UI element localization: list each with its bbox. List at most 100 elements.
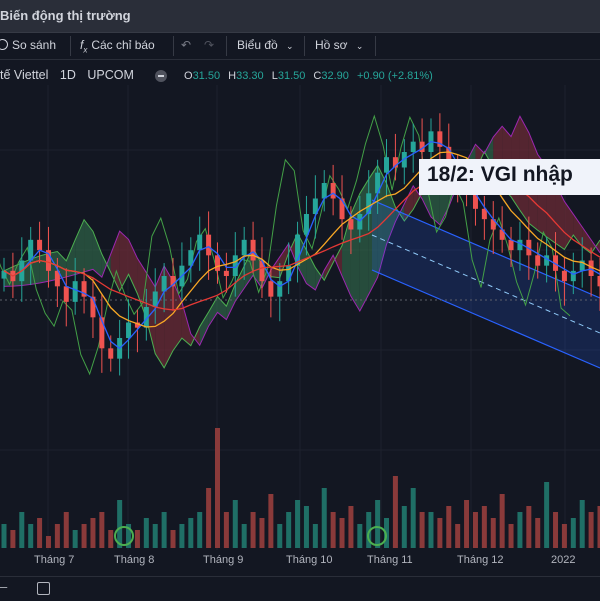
x-tick-label: Tháng 11: [367, 554, 413, 566]
volume-bar: [295, 500, 300, 548]
profile-button[interactable]: Hồ sơ ⌄: [315, 38, 363, 52]
redo-icon[interactable]: ↷: [204, 38, 214, 52]
volume-bar: [411, 488, 416, 548]
candle-body: [108, 348, 113, 358]
volume-bar: [393, 476, 398, 548]
volume-bar: [313, 524, 318, 548]
volume-bar: [197, 512, 202, 548]
toolbar-divider: [70, 36, 71, 56]
volume-bar: [162, 512, 167, 548]
title-bar: Biến động thị trường: [0, 0, 600, 33]
chart-type-button[interactable]: Biểu đồ ⌄: [237, 38, 294, 52]
symbol-legend[interactable]: tế Viettel 1D UPCOM: [0, 68, 134, 82]
chart-type-label: Biểu đồ: [237, 38, 278, 52]
volume-bar: [348, 506, 353, 548]
function-icon: fx: [80, 38, 87, 52]
close-value: 32.90: [321, 70, 349, 82]
collapse-legend-button[interactable]: [155, 70, 167, 82]
volume-bar: [37, 518, 42, 548]
candle-body: [411, 142, 416, 152]
annotation-label[interactable]: 18/2: VGI nhập: [419, 159, 600, 195]
toolbar-divider: [226, 36, 227, 56]
toolbar-divider: [375, 36, 376, 56]
minus-icon[interactable]: –: [0, 579, 7, 594]
candle-body: [73, 281, 78, 302]
candle-body: [304, 214, 309, 235]
candle-body: [571, 271, 576, 281]
candle-body: [206, 235, 211, 256]
symbol-name: tế Viettel: [0, 68, 48, 82]
volume-bar: [135, 530, 140, 548]
volume-bars: [2, 428, 600, 548]
ohlc-values: O31.50 H33.30 L31.50 C32.90 +0.90 (+2.81…: [184, 70, 438, 82]
volume-bar: [108, 530, 113, 548]
volume-bar: [2, 524, 7, 548]
volume-bar: [64, 512, 69, 548]
candle-body: [251, 240, 256, 261]
candle-body: [224, 271, 229, 276]
volume-bar: [224, 512, 229, 548]
candle-body: [197, 235, 202, 251]
volume-bar: [304, 506, 309, 548]
volume-bar: [188, 518, 193, 548]
volume-bar: [375, 500, 380, 548]
volume-bar: [464, 500, 469, 548]
candle-body: [28, 240, 33, 261]
high-label: H: [228, 70, 236, 82]
low-value: 31.50: [278, 70, 306, 82]
compare-label: So sánh: [12, 38, 56, 52]
candle-body: [535, 255, 540, 265]
candle-body: [162, 276, 167, 292]
volume-bar: [580, 500, 585, 548]
calendar-icon[interactable]: [37, 582, 50, 595]
add-circle-icon: [0, 39, 8, 50]
volume-bar: [473, 512, 478, 548]
volume-bar: [509, 524, 514, 548]
volume-bar: [286, 512, 291, 548]
candle-body: [242, 240, 247, 256]
change-value: +0.90 (+2.81%): [357, 70, 433, 82]
high-value: 33.30: [236, 70, 264, 82]
compare-button[interactable]: So sánh: [0, 38, 56, 52]
candle-body: [64, 286, 69, 302]
x-tick-label: Tháng 7: [34, 554, 74, 566]
volume-bar: [117, 500, 122, 548]
volume-bar: [589, 512, 594, 548]
volume-bar: [544, 482, 549, 548]
volume-bar: [55, 524, 60, 548]
volume-bar: [73, 530, 78, 548]
candle-body: [331, 183, 336, 199]
cloud-segment: [573, 214, 582, 246]
volume-bar: [153, 524, 158, 548]
cloud-segment: [75, 220, 84, 275]
volume-bar: [517, 512, 522, 548]
volume-bar: [402, 506, 407, 548]
undo-icon[interactable]: ↶: [181, 38, 191, 52]
window-title: Biến động thị trường: [0, 8, 131, 23]
open-label: O: [184, 70, 193, 82]
volume-bar: [144, 518, 149, 548]
volume-bar: [437, 518, 442, 548]
candle-body: [384, 157, 389, 173]
candle-body: [509, 240, 514, 250]
volume-bar: [331, 512, 336, 548]
cloud-segment: [129, 239, 138, 293]
volume-bar: [99, 512, 104, 548]
open-value: 31.50: [193, 70, 221, 82]
indicators-button[interactable]: fxCác chỉ báo: [80, 38, 155, 54]
candle-body: [126, 323, 131, 339]
volume-bar: [340, 518, 345, 548]
bottom-toolbar: –: [0, 576, 600, 601]
volume-bar: [571, 518, 576, 548]
volume-bar: [482, 506, 487, 548]
volume-bar: [428, 512, 433, 548]
volume-bar: [446, 506, 451, 548]
x-tick-label: Tháng 9: [203, 554, 243, 566]
volume-bar: [215, 428, 220, 548]
price-chart[interactable]: [0, 0, 600, 600]
candle-body: [37, 240, 42, 250]
x-tick-label: 2022: [551, 554, 575, 566]
candle-body: [215, 255, 220, 270]
volume-bar: [90, 518, 95, 548]
toolbar-divider: [173, 36, 174, 56]
